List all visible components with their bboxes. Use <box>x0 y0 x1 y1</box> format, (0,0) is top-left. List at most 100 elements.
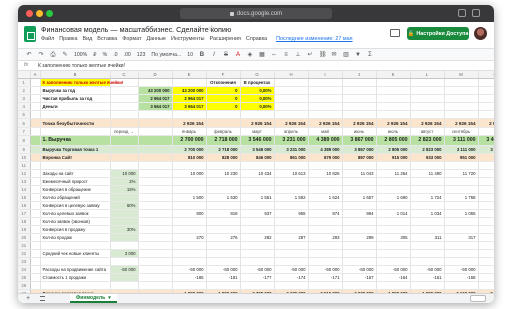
row-number[interactable]: 22 <box>18 249 31 258</box>
grid-cell[interactable] <box>274 177 309 186</box>
grid-cell[interactable] <box>110 135 139 146</box>
grid-cell[interactable] <box>274 185 309 194</box>
grid-cell[interactable] <box>410 281 445 290</box>
grid-cell[interactable] <box>138 135 173 146</box>
grid-cell[interactable] <box>172 177 207 186</box>
grid-cell[interactable]: 994 <box>342 209 377 218</box>
grid-cell[interactable] <box>138 233 173 242</box>
grid-cell[interactable]: 3 402 000 <box>478 145 494 154</box>
grid-cell[interactable]: 4 389 000 <box>308 145 343 154</box>
grid-cell[interactable]: март <box>240 127 275 136</box>
grid-cell[interactable] <box>274 225 309 234</box>
grid-cell[interactable]: 3 546 000 <box>240 135 275 146</box>
grid-cell[interactable]: 2 964 017 <box>172 94 207 103</box>
grid-cell[interactable]: 2 718 000 <box>206 145 241 154</box>
grid-cell[interactable]: К заполнению только желтые ячейки! <box>40 78 123 87</box>
last-edit-link[interactable]: Последнее изменение: 27 мая <box>276 36 352 42</box>
grid-cell[interactable] <box>342 161 377 170</box>
grid-cell[interactable]: 10 434 <box>240 169 275 178</box>
grid-cell[interactable]: 2 926 154 <box>308 118 343 128</box>
grid-cell[interactable] <box>342 94 377 103</box>
grid-cell[interactable] <box>240 225 275 234</box>
grid-cell[interactable] <box>478 153 494 162</box>
grid-cell[interactable]: 3 664 017 <box>138 102 173 111</box>
grid-cell[interactable] <box>110 161 139 170</box>
grid-cell[interactable]: 1 034 <box>410 209 445 218</box>
grid-cell[interactable]: 846 000 <box>240 153 275 162</box>
row-number[interactable]: 20 <box>18 233 31 242</box>
grid-cell[interactable]: 3 000 <box>110 249 139 258</box>
grid-cell[interactable]: -164 <box>376 273 411 282</box>
grid-cell[interactable] <box>30 127 41 136</box>
grid-cell[interactable] <box>478 201 494 210</box>
grid-cell[interactable] <box>138 177 173 186</box>
fill-color-icon[interactable]: ◈ <box>247 52 253 58</box>
row-number[interactable]: 11 <box>18 161 31 170</box>
grid-cell[interactable]: 951 000 <box>444 153 479 162</box>
grid-cell[interactable] <box>110 118 139 128</box>
explore-button[interactable] <box>470 295 486 302</box>
grid-cell[interactable]: 2 805 000 <box>376 135 411 146</box>
grid-cell[interactable] <box>206 185 241 194</box>
grid-cell[interactable] <box>478 241 494 250</box>
grid-cell[interactable]: 3 664 017 <box>172 102 207 111</box>
grid-cell[interactable]: -50 000 <box>478 265 494 274</box>
grid-cell[interactable] <box>444 110 479 119</box>
grid-cell[interactable] <box>138 127 173 136</box>
grid-cell[interactable] <box>30 161 41 170</box>
grid-cell[interactable]: Ежемесячный прирост <box>40 177 111 186</box>
grid-cell[interactable] <box>206 177 241 186</box>
row-number[interactable]: 2 <box>18 86 31 95</box>
grid-cell[interactable] <box>30 135 41 146</box>
grid-cell[interactable]: 305 <box>376 233 411 242</box>
row-number[interactable]: 1 <box>18 78 31 87</box>
grid-cell[interactable] <box>30 94 41 103</box>
grid-cell[interactable] <box>30 110 41 119</box>
grid-cell[interactable]: 955 <box>274 209 309 218</box>
tabs-overview-icon[interactable] <box>472 9 480 17</box>
grid-cell[interactable]: 1 055 <box>444 209 479 218</box>
grid-cell[interactable]: 1 077 <box>478 209 494 218</box>
grid-cell[interactable] <box>30 233 41 242</box>
align-icon[interactable]: ≡ <box>283 52 289 58</box>
grid-cell[interactable] <box>240 185 275 194</box>
grid-cell[interactable]: -50 000 <box>342 265 377 274</box>
grid-cell[interactable]: 282 <box>240 233 275 242</box>
grid-cell[interactable] <box>342 217 377 226</box>
grid-cell[interactable] <box>40 241 111 250</box>
grid-cell[interactable]: Отклонения <box>206 78 241 87</box>
grid-cell[interactable]: 2 926 154 <box>410 118 445 128</box>
grid-cell[interactable] <box>308 241 343 250</box>
grid-cell[interactable] <box>308 185 343 194</box>
grid-cell[interactable] <box>30 257 41 266</box>
grid-cell[interactable]: 10 826 <box>308 169 343 178</box>
grid-cell[interactable] <box>444 281 479 290</box>
document-title[interactable]: Финансовая модель — масштаббизнес. Сдела… <box>41 25 231 34</box>
grid-cell[interactable] <box>308 177 343 186</box>
grid-cell[interactable] <box>376 161 411 170</box>
menu-format[interactable]: Формат <box>122 36 141 42</box>
grid-cell[interactable]: 1 592 <box>274 193 309 202</box>
column-header[interactable]: F <box>206 71 241 79</box>
grid-cell[interactable] <box>138 78 173 87</box>
grid-cell[interactable] <box>274 257 309 266</box>
grid-cell[interactable] <box>30 177 41 186</box>
grid-cell[interactable]: -161 <box>410 273 445 282</box>
grid-cell[interactable]: 3 867 000 <box>342 135 377 146</box>
avatar[interactable] <box>474 27 487 40</box>
grid-cell[interactable]: 1 758 <box>444 193 479 202</box>
grid-cell[interactable]: 861 000 <box>274 153 309 162</box>
address-bar[interactable]: docs.google.com <box>180 8 332 19</box>
grid-cell[interactable] <box>342 185 377 194</box>
grid-cell[interactable] <box>342 102 377 111</box>
row-number[interactable]: 19 <box>18 225 31 234</box>
menu-data[interactable]: Данные <box>146 36 165 42</box>
grid-cell[interactable] <box>274 161 309 170</box>
grid-cell[interactable] <box>206 281 241 290</box>
grid-cell[interactable] <box>444 257 479 266</box>
grid-cell[interactable]: Точка безубыточности <box>40 118 111 128</box>
grid-cell[interactable] <box>444 102 479 111</box>
grid-cell[interactable]: Кол-во продаж <box>40 233 111 242</box>
grid-cell[interactable] <box>40 161 111 170</box>
grid-cell[interactable]: сентябрь <box>444 127 479 136</box>
